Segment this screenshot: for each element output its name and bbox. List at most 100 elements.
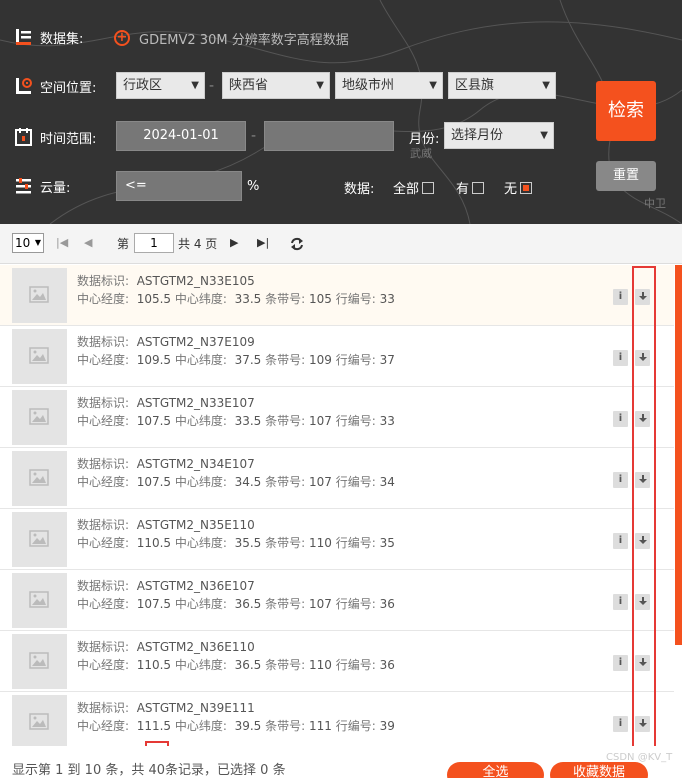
row-label: 行编号: — [335, 658, 376, 672]
page-prefix: 第 — [117, 237, 130, 251]
record-meta-line: 中心经度: 105.5 中心纬度: 33.5 条带号: 105 行编号: 33 — [77, 290, 395, 307]
record-id-label: 数据标识: — [77, 518, 130, 532]
checkbox-has[interactable] — [472, 181, 485, 194]
data-filter-has-text: 有 — [456, 182, 470, 197]
annotation-box-actions — [632, 266, 656, 748]
checkbox-none[interactable] — [520, 181, 533, 194]
month-value: 选择月份 — [451, 128, 504, 143]
chevron-down-icon: ▼ — [540, 130, 548, 141]
lon-value: 109.5 — [136, 353, 172, 367]
record-id-line: 数据标识: ASTGTM2_N34E107 — [77, 455, 255, 472]
record-meta-line: 中心经度: 107.5 中心纬度: 36.5 条带号: 107 行编号: 36 — [77, 595, 395, 612]
list-item[interactable]: 数据标识: ASTGTM2_N34E107 中心经度: 107.5 中心纬度: 3… — [0, 448, 674, 509]
lat-label: 中心纬度: — [174, 353, 227, 367]
month-select[interactable]: 选择月份 ▼ — [444, 122, 554, 149]
info-button[interactable]: i — [613, 411, 628, 427]
location-pin-icon — [16, 78, 32, 94]
image-icon — [29, 469, 49, 486]
info-button[interactable]: i — [613, 289, 628, 305]
record-id: ASTGTM2_N39E111 — [136, 701, 255, 715]
location-label-text: 空间位置: — [40, 80, 97, 96]
cloud-filter-icon — [16, 178, 31, 194]
month-label: 月份: — [409, 132, 440, 147]
path-value: 109 — [308, 353, 332, 367]
data-filter-all[interactable]: 全部 — [393, 178, 435, 197]
list-item[interactable]: 数据标识: ASTGTM2_N36E110 中心经度: 110.5 中心纬度: 3… — [0, 631, 674, 692]
record-id: ASTGTM2_N33E107 — [136, 396, 255, 410]
cloud-label-text: 云量: — [40, 180, 71, 196]
row-label: 行编号: — [335, 414, 376, 428]
thumbnail-placeholder — [12, 268, 67, 323]
current-page-input[interactable]: 1 — [134, 233, 174, 253]
lat-label: 中心纬度: — [174, 536, 227, 550]
favorite-data-button[interactable]: 收藏数据 — [550, 762, 648, 778]
city-select[interactable]: 地级市州 ▼ — [335, 72, 443, 99]
row-label: 行编号: — [335, 292, 376, 306]
list-item[interactable]: 数据标识: ASTGTM2_N33E107 中心经度: 107.5 中心纬度: 3… — [0, 387, 674, 448]
region-type-select[interactable]: 行政区 ▼ — [116, 72, 205, 99]
row-value: 35 — [379, 536, 395, 550]
separator-dash: - — [209, 78, 215, 94]
refresh-icon[interactable] — [290, 237, 304, 251]
record-id: ASTGTM2_N35E110 — [136, 518, 255, 532]
select-all-button[interactable]: 全选 — [447, 762, 544, 778]
checkbox-all[interactable] — [422, 181, 435, 194]
lon-label: 中心经度: — [77, 536, 130, 550]
list-item[interactable]: 数据标识: ASTGTM2_N39E111 中心经度: 111.5 中心纬度: 3… — [0, 692, 674, 746]
row-value: 36 — [379, 597, 395, 611]
info-button[interactable]: i — [613, 472, 628, 488]
next-page-icon[interactable]: ▶ — [230, 236, 238, 249]
lon-value: 110.5 — [136, 658, 172, 672]
data-filter-none[interactable]: 无 — [504, 178, 533, 197]
lon-label: 中心经度: — [77, 292, 130, 306]
path-label: 条带号: — [265, 536, 306, 550]
list-item[interactable]: 数据标识: ASTGTM2_N36E107 中心经度: 107.5 中心纬度: 3… — [0, 570, 674, 631]
record-id-line: 数据标识: ASTGTM2_N36E107 — [77, 577, 255, 594]
list-item[interactable]: 数据标识: ASTGTM2_N33E105 中心经度: 105.5 中心纬度: 3… — [0, 265, 674, 326]
thumbnail-placeholder — [12, 634, 67, 689]
row-value: 33 — [379, 414, 395, 428]
record-id: ASTGTM2_N34E107 — [136, 457, 255, 471]
list-item[interactable]: 数据标识: ASTGTM2_N37E109 中心经度: 109.5 中心纬度: 3… — [0, 326, 674, 387]
record-meta-line: 中心经度: 111.5 中心纬度: 39.5 条带号: 111 行编号: 39 — [77, 717, 395, 734]
reset-button[interactable]: 重置 — [596, 161, 656, 191]
end-date-input[interactable] — [264, 121, 394, 151]
page-total: 共 4 页 — [178, 237, 218, 251]
info-button[interactable]: i — [613, 594, 628, 610]
page-size-select[interactable]: 10 ▼ — [12, 233, 44, 253]
info-button[interactable]: i — [613, 655, 628, 671]
info-button[interactable]: i — [613, 716, 628, 732]
scrollbar[interactable] — [675, 265, 682, 645]
record-id-line: 数据标识: ASTGTM2_N35E110 — [77, 516, 255, 533]
list-item[interactable]: 数据标识: ASTGTM2_N35E110 中心经度: 110.5 中心纬度: 3… — [0, 509, 674, 570]
start-date-input[interactable]: 2024-01-01 — [116, 121, 246, 151]
record-id-line: 数据标识: ASTGTM2_N36E110 — [77, 638, 255, 655]
county-select[interactable]: 区县旗 ▼ — [448, 72, 556, 99]
dataset-label: 数据集: — [14, 27, 83, 47]
summary-before: 显示第 1 到 10 条，共 — [12, 763, 149, 778]
record-id: ASTGTM2_N37E109 — [136, 335, 255, 349]
map-label-wuwei: 武威 — [410, 147, 432, 160]
info-button[interactable]: i — [613, 350, 628, 366]
thumbnail-placeholder — [12, 451, 67, 506]
lat-label: 中心纬度: — [174, 597, 227, 611]
add-dataset-icon[interactable]: + — [114, 30, 130, 46]
search-button[interactable]: 检索 — [596, 81, 656, 141]
dataset-value[interactable]: GDEMV2 30M 分辨率数字高程数据 — [139, 29, 349, 48]
cloud-unit: % — [247, 179, 260, 194]
data-filter-has[interactable]: 有 — [456, 178, 485, 197]
cloud-input[interactable]: <= — [116, 171, 242, 201]
prev-page-icon[interactable]: ◀ — [84, 236, 92, 249]
province-select[interactable]: 陕西省 ▼ — [222, 72, 330, 99]
watermark: CSDN @KV_T — [606, 752, 673, 763]
first-page-icon[interactable]: |◀ — [56, 236, 68, 249]
thumbnail-placeholder — [12, 573, 67, 628]
last-page-icon[interactable]: ▶| — [257, 236, 269, 249]
info-button[interactable]: i — [613, 533, 628, 549]
row-value: 36 — [379, 658, 395, 672]
record-meta-line: 中心经度: 109.5 中心纬度: 37.5 条带号: 109 行编号: 37 — [77, 351, 395, 368]
result-list: 数据标识: ASTGTM2_N33E105 中心经度: 105.5 中心纬度: 3… — [0, 265, 674, 746]
data-filter-all-text: 全部 — [393, 182, 420, 197]
path-value: 110 — [308, 658, 332, 672]
page-size-value: 10 — [15, 236, 31, 250]
